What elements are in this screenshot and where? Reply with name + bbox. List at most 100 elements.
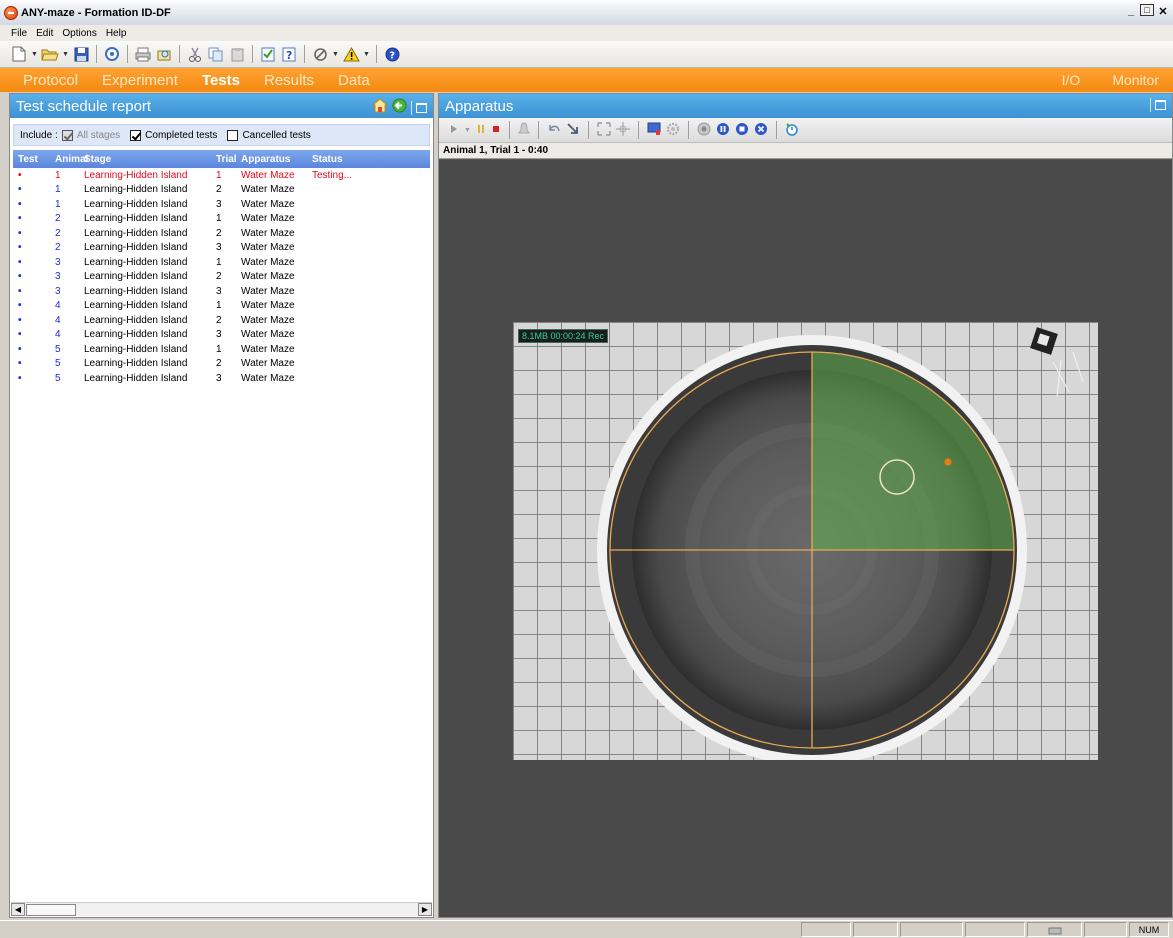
table-row[interactable]: • 4 Learning-Hidden Island 2 Water Maze [13, 313, 430, 328]
scroll-left-icon[interactable]: ◀ [11, 903, 25, 916]
no-entry-dropdown-icon[interactable]: ▼ [332, 51, 339, 58]
paste-icon[interactable] [228, 45, 246, 63]
row-trial: 2 [216, 314, 222, 326]
camera-video-feed[interactable]: 8.1MB 00:00:24 Rec [513, 322, 1098, 760]
row-apparatus: Water Maze [241, 300, 295, 312]
minimize-icon[interactable]: _ [1123, 4, 1139, 18]
scrollbar-thumb[interactable] [26, 903, 76, 916]
table-row[interactable]: • 1 Learning-Hidden Island 2 Water Maze [13, 183, 430, 198]
row-stage: Learning-Hidden Island [84, 213, 188, 225]
undo-icon[interactable] [547, 122, 561, 139]
play-dropdown-icon[interactable]: ▼ [464, 127, 471, 134]
horizontal-scrollbar[interactable]: ◀ ▶ [11, 902, 432, 916]
panel-header: Test schedule report [10, 94, 433, 118]
warning-icon[interactable] [342, 45, 360, 63]
home-icon[interactable] [371, 98, 389, 117]
refresh-icon[interactable] [103, 45, 121, 63]
table-row[interactable]: • 2 Learning-Hidden Island 1 Water Maze [13, 212, 430, 227]
bell-icon[interactable] [518, 121, 530, 139]
help-icon[interactable]: ? [383, 45, 401, 63]
no-entry-icon[interactable] [311, 45, 329, 63]
warning-dropdown-icon[interactable]: ▼ [363, 51, 370, 58]
row-trial: 3 [216, 372, 222, 384]
menu-edit[interactable]: Edit [36, 28, 53, 39]
table-row[interactable]: • 2 Learning-Hidden Island 3 Water Maze [13, 241, 430, 256]
header-trial[interactable]: Trial [212, 154, 241, 165]
table-row[interactable]: • 5 Learning-Hidden Island 2 Water Maze [13, 357, 430, 372]
help-question-icon[interactable]: ? [280, 45, 298, 63]
crosshair-icon[interactable] [615, 121, 630, 139]
play-icon[interactable] [449, 123, 459, 138]
expand-icon[interactable] [597, 121, 611, 139]
stop-icon[interactable] [491, 123, 501, 138]
all-stages-checkbox[interactable] [61, 129, 73, 141]
new-dropdown-icon[interactable]: ▼ [31, 51, 38, 58]
print-icon[interactable] [134, 45, 152, 63]
table-row[interactable]: • 3 Learning-Hidden Island 1 Water Maze [13, 255, 430, 270]
open-folder-icon[interactable] [41, 45, 59, 63]
include-filter-bar: Include : All stages Completed tests Can… [13, 124, 430, 146]
step-icon[interactable] [566, 122, 580, 139]
maximize-panel-icon[interactable] [416, 102, 427, 113]
animal-position-marker [944, 458, 952, 466]
tab-monitor[interactable]: Monitor [1112, 72, 1159, 88]
header-status[interactable]: Status [312, 154, 382, 165]
tab-io[interactable]: I/O [1062, 72, 1081, 88]
display-icon[interactable] [647, 122, 661, 139]
settings-gear-icon[interactable] [666, 122, 680, 139]
menu-help[interactable]: Help [106, 28, 127, 39]
checklist-icon[interactable] [259, 45, 277, 63]
tab-tests[interactable]: Tests [202, 72, 240, 89]
cancel-circle-icon[interactable] [754, 122, 768, 139]
status-cell [965, 922, 1025, 937]
row-animal: 5 [55, 343, 61, 355]
network-drive-icon [1048, 927, 1061, 934]
back-arrow-icon[interactable] [392, 98, 407, 117]
header-animal[interactable]: Animal [54, 154, 88, 165]
restore-icon[interactable]: □ [1140, 4, 1154, 16]
close-icon[interactable]: ✕ [1155, 4, 1171, 18]
scroll-right-icon[interactable]: ▶ [418, 903, 432, 916]
cancelled-tests-label: Cancelled tests [242, 129, 311, 141]
maximize-panel-icon[interactable] [1155, 100, 1166, 110]
tab-experiment[interactable]: Experiment [102, 72, 178, 89]
table-row[interactable]: • 4 Learning-Hidden Island 3 Water Maze [13, 328, 430, 343]
copy-icon[interactable] [207, 45, 225, 63]
table-row[interactable]: • 3 Learning-Hidden Island 2 Water Maze [13, 270, 430, 285]
timer-icon[interactable] [785, 122, 799, 139]
record-icon[interactable] [697, 122, 711, 139]
tab-results[interactable]: Results [264, 72, 314, 89]
pause-icon[interactable] [476, 123, 486, 138]
tab-protocol[interactable]: Protocol [23, 72, 78, 89]
menu-file[interactable]: File [11, 28, 27, 39]
new-document-icon[interactable] [10, 45, 28, 63]
table-row[interactable]: • 1 Learning-Hidden Island 1 Water Maze Testi… [13, 168, 430, 183]
open-dropdown-icon[interactable]: ▼ [62, 51, 69, 58]
row-bullet: • [18, 358, 22, 370]
table-row[interactable]: • 1 Learning-Hidden Island 3 Water Maze [13, 197, 430, 212]
table-row[interactable]: • 4 Learning-Hidden Island 1 Water Maze [13, 299, 430, 314]
table-row[interactable]: • 3 Learning-Hidden Island 3 Water Maze [13, 284, 430, 299]
header-test[interactable]: Test [13, 154, 54, 165]
menu-options[interactable]: Options [62, 28, 96, 39]
tab-data[interactable]: Data [338, 72, 370, 89]
stop-circle-icon[interactable] [735, 122, 749, 139]
row-bullet: • [18, 314, 22, 326]
cut-icon[interactable] [186, 45, 204, 63]
pause-circle-icon[interactable] [716, 122, 730, 139]
status-cell [1084, 922, 1127, 937]
row-stage: Learning-Hidden Island [84, 300, 188, 312]
header-stage[interactable]: Stage [84, 154, 212, 165]
table-row[interactable]: • 2 Learning-Hidden Island 2 Water Maze [13, 226, 430, 241]
cancelled-tests-checkbox[interactable] [227, 129, 239, 141]
header-apparatus[interactable]: Apparatus [241, 154, 312, 165]
panel-header-icons [371, 98, 427, 117]
table-row[interactable]: • 5 Learning-Hidden Island 1 Water Maze [13, 342, 430, 357]
table-row[interactable]: • 5 Learning-Hidden Island 3 Water Maze [13, 371, 430, 386]
test-schedule-panel: Test schedule report Include : All stage… [9, 93, 434, 918]
save-icon[interactable] [72, 45, 90, 63]
row-bullet: • [18, 300, 22, 312]
panel-title: Test schedule report [16, 97, 152, 115]
completed-tests-checkbox[interactable] [130, 129, 142, 141]
print-preview-icon[interactable] [155, 45, 173, 63]
